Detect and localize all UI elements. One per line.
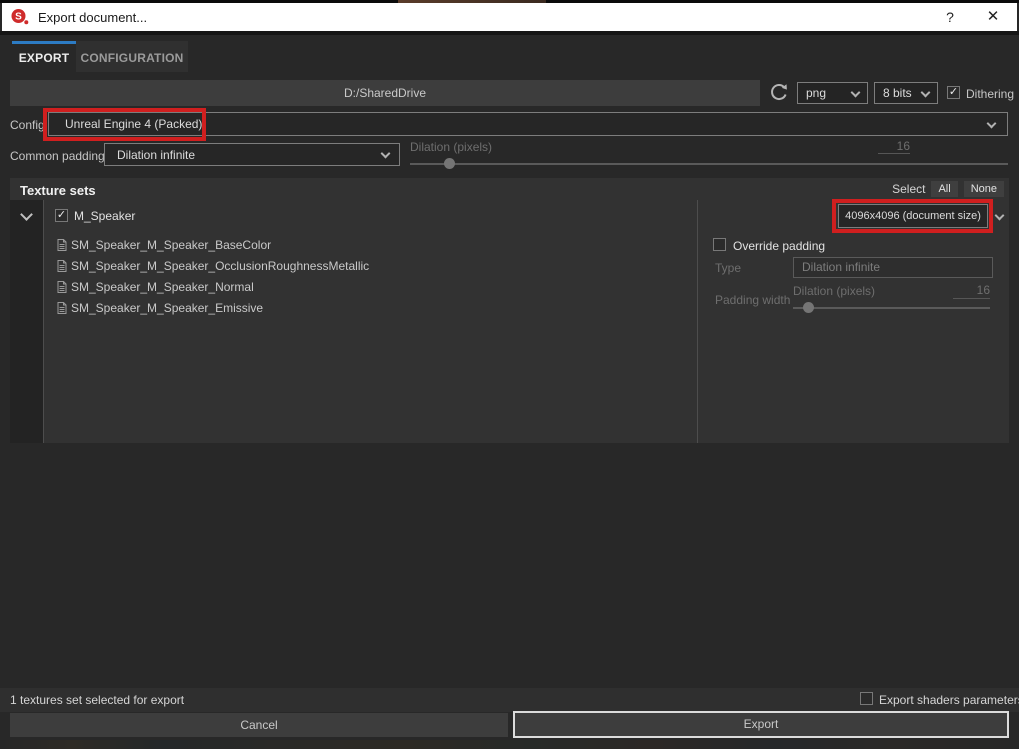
tab-export[interactable]: EXPORT: [12, 41, 76, 72]
tab-strip: [0, 31, 1019, 35]
texture-list-item: SM_Speaker_M_Speaker_BaseColor: [57, 238, 271, 252]
bit-depth-dropdown[interactable]: 8 bits: [874, 82, 938, 104]
config-label: Config: [10, 118, 45, 132]
override-padding-checkbox[interactable]: [713, 238, 726, 251]
dithering-label: Dithering: [966, 87, 1014, 101]
window-title: Export document...: [38, 10, 147, 25]
texture-sets-panel: Texture sets Select All None ✓ M_Speaker…: [10, 178, 1009, 443]
select-label: Select: [892, 182, 925, 196]
config-highlight-annotation: [43, 108, 206, 141]
close-button[interactable]: ✕: [978, 3, 1008, 31]
bit-depth-value: 8 bits: [883, 83, 912, 103]
texture-set-checkbox[interactable]: ✓: [55, 209, 68, 222]
texture-list-item: SM_Speaker_M_Speaker_OcclusionRoughnessM…: [57, 259, 369, 273]
export-dialog: S Export document... ? ✕ EXPORT CONFIGUR…: [0, 0, 1019, 749]
type-field[interactable]: Dilation infinite: [793, 257, 993, 278]
chevron-down-icon: [851, 88, 861, 98]
background-app-bottom-edge: [0, 740, 1019, 749]
common-padding-label: Common padding: [10, 149, 105, 163]
refresh-icon[interactable]: [767, 81, 791, 105]
type-label: Type: [715, 261, 741, 275]
dilation-pixels-label: Dilation (pixels): [793, 284, 875, 298]
chevron-down-icon: [381, 149, 391, 159]
dithering-checkbox[interactable]: ✓: [947, 86, 960, 99]
select-all-button[interactable]: All: [931, 181, 957, 197]
common-padding-dropdown[interactable]: Dilation infinite: [104, 143, 400, 166]
texture-name: SM_Speaker_M_Speaker_Normal: [71, 280, 254, 294]
padding-width-label: Padding width: [715, 293, 790, 307]
select-none-button[interactable]: None: [964, 181, 1004, 197]
texture-sets-title: Texture sets: [20, 183, 96, 198]
check-icon: ✓: [57, 209, 66, 221]
common-padding-value: Dilation infinite: [117, 144, 195, 165]
chevron-down-icon: [921, 88, 931, 98]
dilation-pixels-value[interactable]: 16: [878, 139, 910, 154]
size-highlight-annotation: [832, 199, 993, 233]
cancel-button[interactable]: Cancel: [10, 713, 508, 737]
help-button[interactable]: ?: [935, 3, 965, 31]
chevron-down-icon: [987, 119, 997, 129]
texture-set-name: M_Speaker: [74, 209, 135, 223]
format-value: png: [806, 83, 826, 103]
export-button[interactable]: Export: [513, 711, 1009, 738]
padding-width-slider-track[interactable]: [793, 307, 990, 309]
check-icon: ✓: [949, 86, 958, 98]
texture-list-item: SM_Speaker_M_Speaker_Normal: [57, 280, 254, 294]
texture-name: SM_Speaker_M_Speaker_BaseColor: [71, 238, 271, 252]
padding-width-slider-handle[interactable]: [803, 302, 814, 313]
export-shaders-label: Export shaders parameters: [879, 693, 1019, 707]
dilation-slider-handle[interactable]: [444, 158, 455, 169]
document-icon: [57, 302, 67, 314]
texture-name: SM_Speaker_M_Speaker_Emissive: [71, 301, 263, 315]
document-icon: [57, 260, 67, 272]
document-icon: [57, 281, 67, 293]
texture-set-gutter: [10, 200, 44, 443]
substance-painter-logo-icon: S: [10, 7, 30, 27]
dilation-pixels-value[interactable]: 16: [953, 283, 990, 299]
svg-text:S: S: [15, 12, 22, 23]
chevron-down-icon: [995, 211, 1005, 221]
panel-divider: [697, 200, 698, 443]
override-padding-label: Override padding: [733, 239, 825, 253]
status-text: 1 textures set selected for export: [10, 693, 184, 707]
document-icon: [57, 239, 67, 251]
titlebar: S Export document...: [2, 3, 1017, 31]
texture-list-item: SM_Speaker_M_Speaker_Emissive: [57, 301, 263, 315]
texture-name: SM_Speaker_M_Speaker_OcclusionRoughnessM…: [71, 259, 369, 273]
select-controls: Select All None: [892, 181, 1004, 197]
tab-configuration[interactable]: CONFIGURATION: [76, 41, 188, 72]
format-dropdown[interactable]: png: [797, 82, 868, 104]
export-shaders-checkbox[interactable]: [860, 692, 873, 705]
export-path-field[interactable]: D:/SharedDrive: [10, 80, 760, 106]
dilation-slider-track[interactable]: [410, 163, 1008, 165]
dilation-pixels-label: Dilation (pixels): [410, 140, 492, 154]
collapse-chevron-icon[interactable]: [20, 208, 33, 221]
